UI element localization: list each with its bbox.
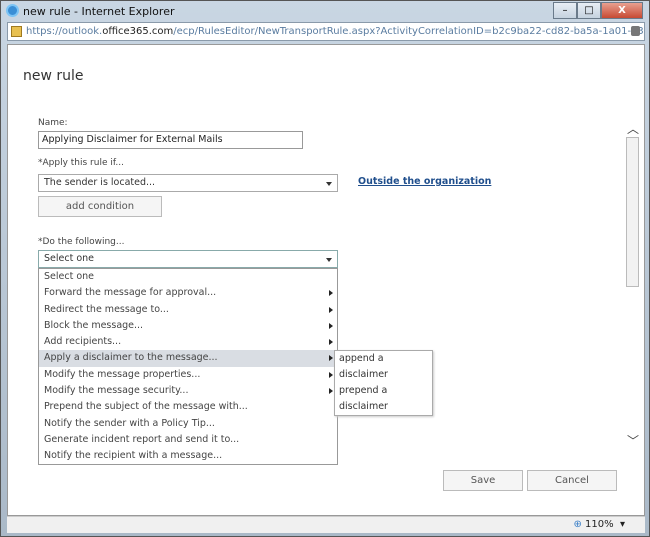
submenu-arrow-icon	[329, 371, 333, 378]
action-option-label: Modify the message properties...	[44, 368, 201, 380]
action-value: Select one	[44, 253, 95, 264]
lock-icon	[631, 26, 640, 36]
append-disclaimer-option[interactable]: append a disclaimer	[335, 351, 432, 383]
action-option-label: Generate incident report and send it to.…	[44, 433, 240, 445]
action-option[interactable]: Forward the message for approval...	[39, 285, 337, 301]
add-condition-button[interactable]: add condition	[38, 196, 162, 217]
condition-value: The sender is located...	[44, 177, 156, 188]
action-option-label: Notify the sender with a Policy Tip...	[44, 417, 215, 429]
action-option[interactable]: Block the message...	[39, 318, 337, 334]
action-option-label: Modify the message security...	[44, 385, 189, 397]
page-icon	[11, 26, 22, 37]
address-bar[interactable]: https://outlook.office365.com/ecp/RulesE…	[7, 22, 645, 41]
page-title: new rule	[23, 68, 84, 84]
action-option[interactable]: Notify the sender with a Policy Tip...	[39, 416, 337, 432]
action-option-label: Redirect the message to...	[44, 303, 169, 315]
name-label: Name:	[38, 118, 68, 128]
do-following-label: *Do the following...	[38, 237, 125, 247]
chevron-down-icon	[326, 258, 332, 262]
status-bar: ⊕ 110% ▾	[7, 516, 645, 533]
submenu-arrow-icon	[329, 290, 333, 297]
internet-explorer-icon	[6, 4, 19, 17]
apply-rule-label: *Apply this rule if...	[38, 158, 124, 168]
action-option-label: Select one	[44, 271, 95, 282]
zoom-level[interactable]: ⊕ 110% ▾	[573, 519, 625, 530]
submenu-arrow-icon	[329, 322, 333, 329]
disclaimer-submenu: append a disclaimer prepend a disclaimer	[334, 350, 433, 416]
scrollbar[interactable]: ︿ ﹀	[625, 120, 640, 452]
prepend-disclaimer-option[interactable]: prepend a disclaimer	[335, 383, 432, 415]
submenu-arrow-icon	[329, 388, 333, 395]
action-option[interactable]: Modify the message properties...	[39, 367, 337, 383]
url-path: /ecp/RulesEditor/NewTransportRule.aspx?A…	[173, 26, 644, 37]
action-option-label: Apply a disclaimer to the message...	[44, 352, 218, 364]
browser-window: new rule - Internet Explorer – □ X https…	[0, 0, 650, 537]
submenu-arrow-icon	[329, 339, 333, 346]
action-option-label: Block the message...	[44, 319, 144, 331]
action-option-label: Add recipients...	[44, 336, 122, 348]
action-option[interactable]: Notify the recipient with a message...	[39, 448, 337, 464]
action-option[interactable]: Add recipients...	[39, 334, 337, 350]
condition-select[interactable]: The sender is located...	[38, 174, 338, 192]
action-option[interactable]: Generate incident report and send it to.…	[39, 432, 337, 448]
cancel-button[interactable]: Cancel	[527, 470, 617, 491]
url-domain: office365.com	[102, 26, 174, 37]
zoom-value: 110%	[585, 519, 614, 530]
action-option[interactable]: Modify the message security...	[39, 383, 337, 399]
maximize-button[interactable]: □	[577, 2, 601, 19]
action-option[interactable]: Select one	[39, 269, 337, 285]
close-button[interactable]: X	[601, 2, 643, 19]
action-dropdown-list: Select one Forward the message for approv…	[38, 268, 338, 465]
submenu-arrow-icon	[329, 306, 333, 313]
scroll-down-icon[interactable]: ﹀	[627, 432, 639, 449]
url-prefix: https://outlook.	[26, 26, 103, 37]
submenu-arrow-icon	[329, 355, 333, 362]
save-button[interactable]: Save	[443, 470, 523, 491]
action-select[interactable]: Select one	[38, 250, 338, 268]
name-input[interactable]: Applying Disclaimer for External Mails	[38, 131, 303, 149]
window-title: new rule - Internet Explorer	[23, 5, 175, 18]
action-option[interactable]: Redirect the message to...	[39, 302, 337, 318]
action-option[interactable]: Prepend the subject of the message with.…	[39, 399, 337, 415]
dialog-content: new rule Name: Applying Disclaimer for E…	[7, 44, 645, 516]
action-option-label: Prepend the subject of the message with.…	[44, 401, 248, 413]
action-option[interactable]: Apply a disclaimer to the message...	[39, 350, 337, 367]
minimize-button[interactable]: –	[553, 2, 577, 19]
outside-organization-link[interactable]: Outside the organization	[358, 176, 491, 187]
scrollbar-thumb[interactable]	[626, 137, 639, 287]
action-option-label: Notify the recipient with a message...	[44, 450, 223, 462]
zoom-icon: ⊕	[573, 519, 582, 530]
chevron-down-icon	[326, 182, 332, 186]
action-option-label: Forward the message for approval...	[44, 287, 217, 299]
scroll-up-icon[interactable]: ︿	[627, 120, 639, 137]
